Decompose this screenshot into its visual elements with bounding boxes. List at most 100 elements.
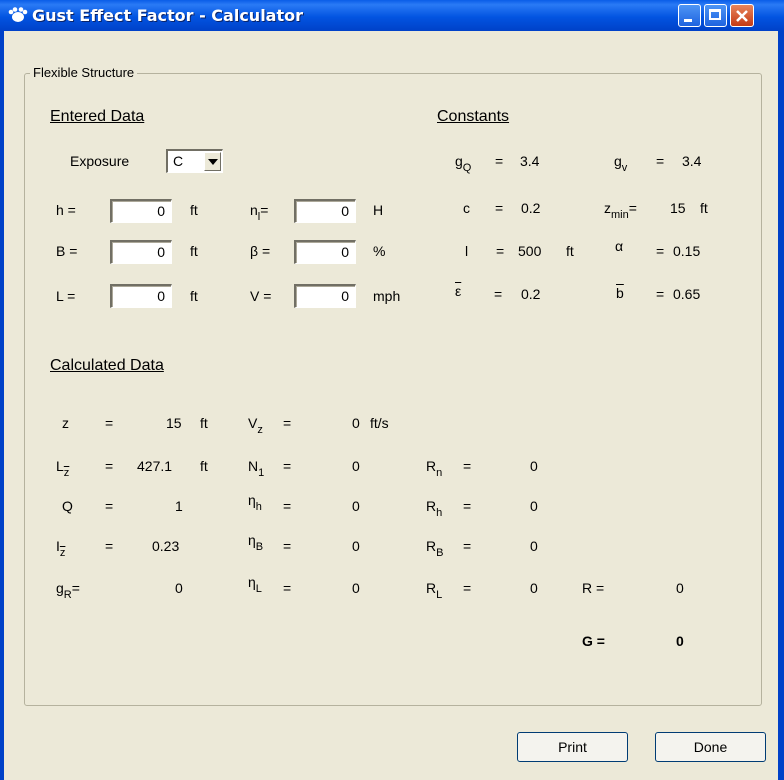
Iz-label: Iz [56,538,66,559]
Rn-value: 0 [530,458,538,474]
RL-eq: = [463,580,472,596]
b-value: 0.65 [673,286,701,302]
paw-icon [8,7,28,22]
l-unit: ft [566,243,574,259]
eta-h-label: ηh [248,492,262,513]
h-unit: ft [190,202,198,218]
n1-label: nl= [250,202,269,223]
B-input[interactable]: 0 [110,240,172,264]
epsilon-label: ε [455,283,462,299]
b-label: b [616,285,624,301]
alpha-label: α [615,238,624,254]
gV-label: gv [614,153,628,174]
eta-B-label: ηB [248,532,264,553]
R-label: R = [582,580,605,596]
epsilon-value: 0.2 [521,286,541,302]
beta-input[interactable]: 0 [294,240,356,264]
close-button[interactable] [730,4,754,27]
Vz-label: Vz [248,415,263,436]
RL-value: 0 [530,580,538,596]
Lz-label: Lz [56,458,70,479]
entered-data-heading: Entered Data [50,108,145,125]
c-value: 0.2 [521,200,541,216]
window-frame-right [778,31,784,780]
L-unit: ft [190,288,198,304]
c-label: c [463,200,470,216]
window-title: Gust Effect Factor - Calculator [32,6,304,25]
l-eq: = [496,243,505,259]
Lz-eq: = [105,458,114,474]
eta-L-value: 0 [352,580,360,596]
title-bar[interactable]: Gust Effect Factor - Calculator [0,0,784,31]
Iz-eq: = [105,538,114,554]
flexible-structure-group [24,73,762,706]
Lz-unit: ft [200,458,208,474]
z-eq: = [105,415,114,431]
L-input[interactable]: 0 [110,284,172,308]
n1-input[interactable]: 0 [294,199,356,223]
RB-value: 0 [530,538,538,554]
gQ-value: 3.4 [520,153,540,169]
z-value: 15 [166,415,182,431]
h-label: h = [56,202,76,218]
eta-B-value: 0 [352,538,360,554]
eta-h-value: 0 [352,498,360,514]
n1-unit: H [373,202,384,218]
done-button[interactable]: Done [655,732,766,762]
alpha-eq: = [656,243,665,259]
group-label: Flexible Structure [30,65,138,80]
beta-unit: % [373,243,386,259]
eta-L-eq: = [283,580,292,596]
chevron-down-icon[interactable] [204,152,221,171]
gQ-label: gQ [455,153,472,174]
Q-label: Q [62,498,73,514]
Rn-label: Rn [426,458,443,479]
epsilon-eq: = [494,286,503,302]
gV-value: 3.4 [682,153,702,169]
b-eq: = [656,286,665,302]
N1-eq: = [283,458,292,474]
z-unit: ft [200,415,208,431]
Iz-value: 0.23 [152,538,180,554]
l-label: l [465,243,469,259]
gR-value: 0 [175,580,183,596]
RB-eq: = [463,538,472,554]
zmin-label: zmin= [604,200,637,221]
Vz-value: 0 [352,415,360,431]
B-unit: ft [190,243,198,259]
exposure-select[interactable]: C [166,149,223,173]
maximize-button[interactable] [704,4,727,27]
beta-label: β = [250,243,271,259]
eta-L-label: ηL [248,574,262,595]
z-label: z [62,415,69,431]
Vz-unit: ft/s [370,415,389,431]
Rn-eq: = [463,458,472,474]
V-label: V = [250,288,272,304]
gV-eq: = [656,153,665,169]
V-input[interactable]: 0 [294,284,356,308]
Lz-value: 427.1 [137,458,173,474]
l-value: 500 [518,243,542,259]
N1-value: 0 [352,458,360,474]
eta-B-eq: = [283,538,292,554]
exposure-label: Exposure [70,153,130,169]
R-value: 0 [676,580,684,596]
minimize-button[interactable] [678,4,701,27]
calculated-data-heading: Calculated Data [50,357,164,374]
G-value: 0 [676,633,684,649]
alpha-value: 0.15 [673,243,701,259]
constants-heading: Constants [437,108,510,125]
zmin-unit: ft [700,200,708,216]
print-button[interactable]: Print [517,732,628,762]
c-eq: = [495,200,504,216]
Q-value: 1 [175,498,183,514]
Rh-value: 0 [530,498,538,514]
zmin-value: 15 [670,200,686,216]
exposure-value: C [173,153,184,169]
V-unit: mph [373,288,401,304]
close-icon [736,10,748,22]
Vz-eq: = [283,415,292,431]
L-label: L = [56,288,76,304]
h-input[interactable]: 0 [110,199,172,223]
Rh-eq: = [463,498,472,514]
